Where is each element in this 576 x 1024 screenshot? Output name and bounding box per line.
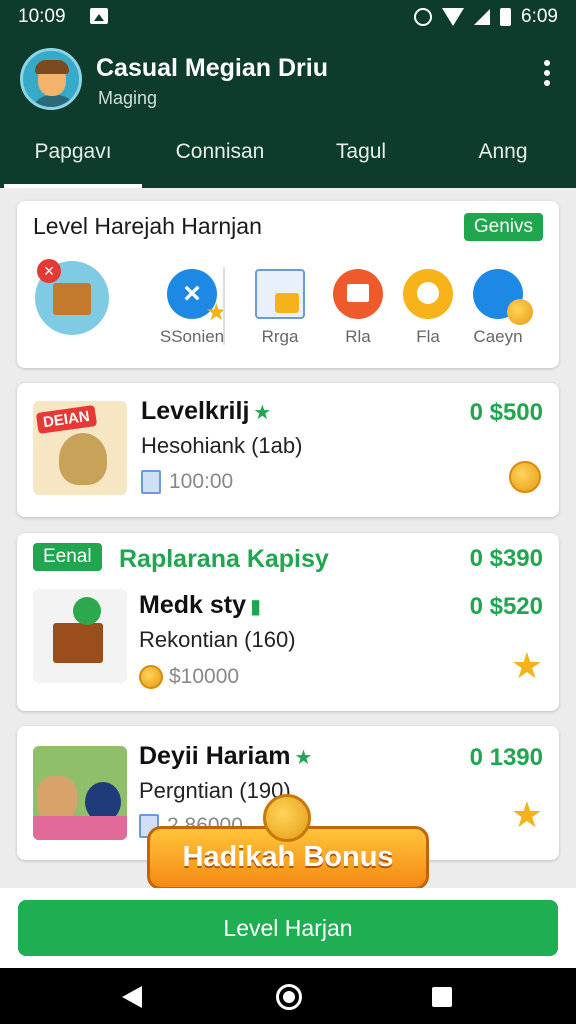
level-button[interactable]: Level Harjan xyxy=(18,900,558,956)
offer-title: Medk sty xyxy=(139,591,246,619)
green-tag-icon: ▮ xyxy=(249,596,261,618)
wifi-icon xyxy=(442,8,465,26)
offer-title: Levelkrilj xyxy=(141,397,250,425)
bonus-coin-icon xyxy=(263,794,311,842)
categories-title: Level Harejah Harnjan xyxy=(33,213,262,239)
tab-papgavi[interactable]: Papgavı xyxy=(4,128,142,188)
status-icons: 6:09 xyxy=(414,6,558,28)
offer-price: 0 1390 xyxy=(469,744,543,771)
green-star-icon: ★ xyxy=(253,402,272,424)
image-notification-icon xyxy=(90,8,108,24)
system-nav-bar xyxy=(0,968,576,1024)
tab-tagul[interactable]: Tagul xyxy=(296,128,426,188)
recents-icon[interactable] xyxy=(432,987,452,1007)
offer-header: Raplarana Kapisy xyxy=(119,545,329,573)
battery-icon xyxy=(500,8,512,26)
category-rla[interactable]: Rla xyxy=(323,269,393,347)
genius-badge[interactable]: Genivs xyxy=(463,213,543,241)
offer-subtitle: Pergntian (190) xyxy=(139,778,291,803)
window-icon xyxy=(255,269,305,319)
more-menu-icon[interactable] xyxy=(544,60,550,86)
coin-icon xyxy=(139,665,163,690)
grid-icon xyxy=(333,269,383,319)
app-header: 10:09 6:09 Casual Megian Driu Maging Pap… xyxy=(0,0,576,188)
categories-card: Level Harejah Harnjan Genivs × × ★ SSoni… xyxy=(17,201,559,368)
tab-bar: Papgavı Connisan Tagul Anng xyxy=(0,128,576,188)
status-time: 10:09 xyxy=(18,6,66,27)
category-gift[interactable]: × xyxy=(35,259,109,343)
offer-price: 0 $500 xyxy=(469,399,543,426)
offer-tag: Eenal xyxy=(33,543,102,571)
signal-icon xyxy=(474,9,491,25)
megaphone-icon xyxy=(473,269,533,325)
tab-connisan[interactable]: Connisan xyxy=(150,128,290,188)
chat-bubble-icon xyxy=(403,269,453,319)
pets-photo-icon xyxy=(33,746,127,840)
category-caeyn[interactable]: Caeyn xyxy=(463,269,533,347)
offer-subtitle: Hesohiank (1ab) xyxy=(141,433,303,458)
status-clock: 6:09 xyxy=(521,6,558,27)
box-icon xyxy=(33,589,127,683)
category-rrga[interactable]: Rrga xyxy=(245,269,315,347)
coin-bag-icon: DEIAN xyxy=(33,401,127,495)
coin-icon xyxy=(509,461,541,493)
status-bar: 10:09 6:09 xyxy=(0,4,576,30)
offer-subtitle: Rekontian (160) xyxy=(139,627,296,652)
offer-card[interactable]: DEIAN Levelkrilj ★ Hesohiank (1ab) 100:00… xyxy=(17,383,559,517)
alarm-icon xyxy=(414,8,433,26)
offer-title: Deyii Hariam xyxy=(139,742,291,770)
offer-meta: $10000 xyxy=(169,665,240,688)
offer-price: 0 $520 xyxy=(469,593,543,620)
offer-meta: 100:00 xyxy=(169,470,234,493)
home-icon[interactable] xyxy=(276,984,302,1010)
page-subtitle: Maging xyxy=(98,88,158,108)
gift-box-icon: × xyxy=(35,259,109,335)
star-icon: ★ xyxy=(510,794,543,835)
back-icon[interactable] xyxy=(122,986,142,1008)
thumb-label: DEIAN xyxy=(35,405,97,434)
tab-anng[interactable]: Anng xyxy=(434,128,572,188)
page-title: Casual Megian Driu xyxy=(96,54,328,82)
close-circle-icon: × ★ xyxy=(167,269,227,326)
star-icon: ★ xyxy=(510,645,543,686)
category-ssonien[interactable]: × ★ SSonien xyxy=(157,269,227,347)
avatar[interactable] xyxy=(20,48,82,110)
category-fla[interactable]: Fla xyxy=(393,269,463,347)
category-divider xyxy=(223,267,225,345)
document-icon xyxy=(141,470,161,495)
offer-header-price: 0 $390 xyxy=(469,545,543,572)
offer-card[interactable]: Eenal Raplarana Kapisy 0 $390 Medk sty ▮ … xyxy=(17,533,559,711)
green-star-icon: ★ xyxy=(294,747,313,769)
